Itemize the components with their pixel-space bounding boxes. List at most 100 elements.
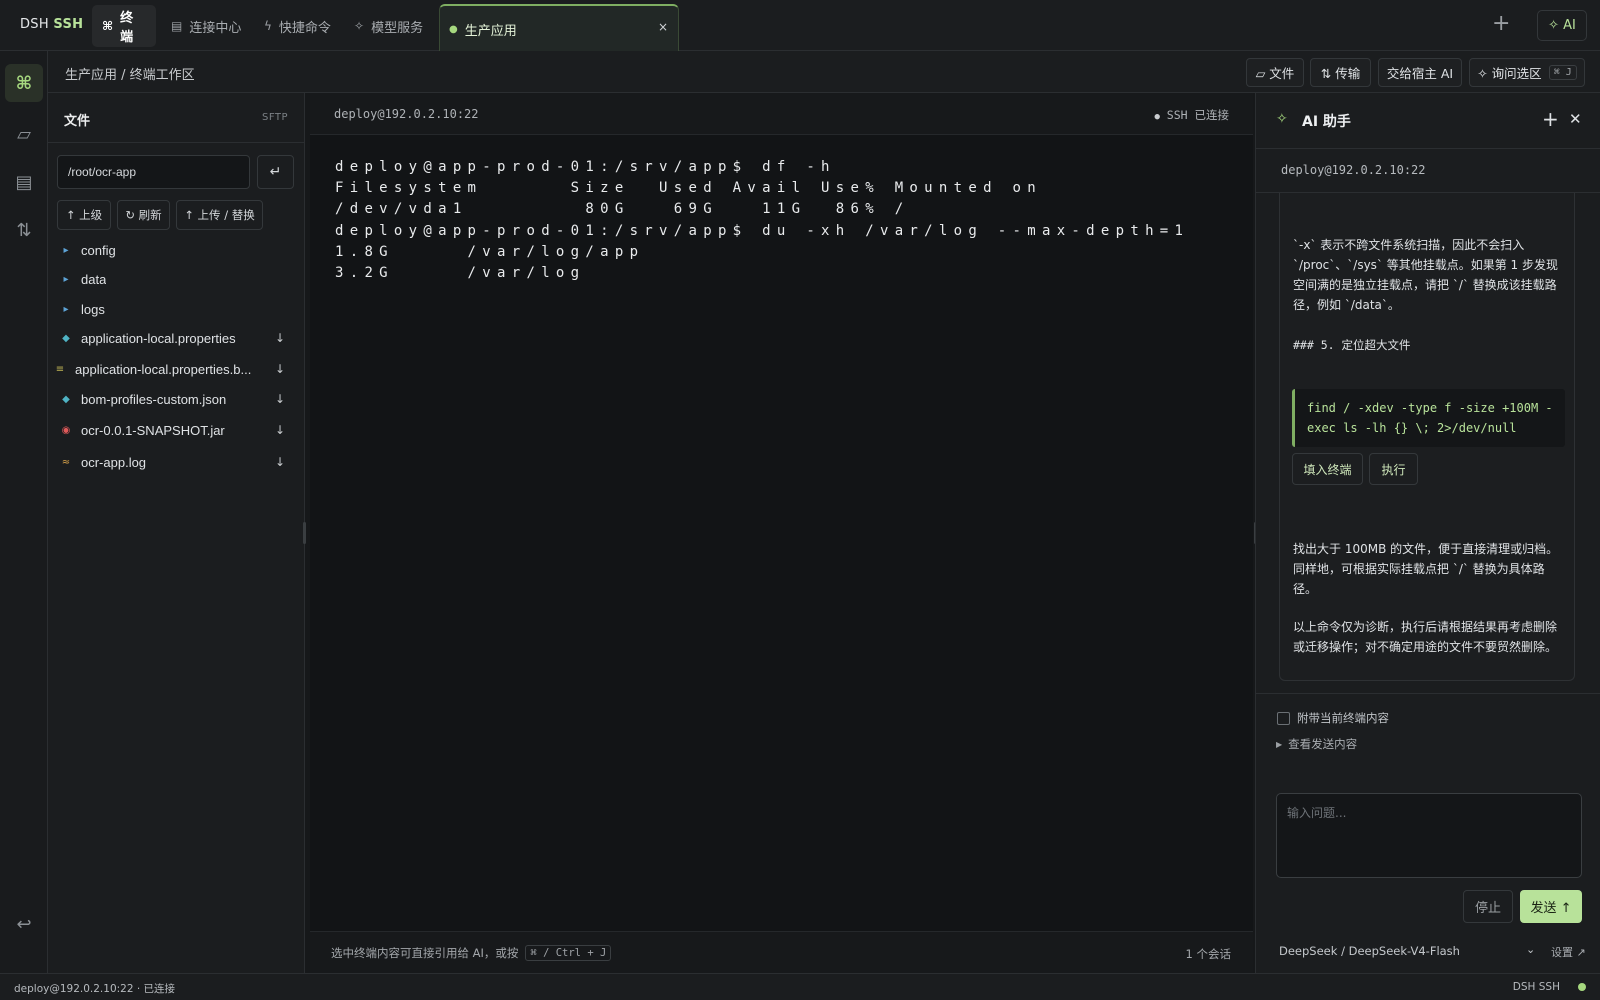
- refresh-button[interactable]: ↻ 刷新: [117, 200, 170, 230]
- stop-button[interactable]: 停止: [1463, 890, 1513, 923]
- resize-handle[interactable]: [303, 522, 306, 544]
- download-icon[interactable]: ↓: [275, 423, 285, 437]
- divider: [1256, 693, 1600, 694]
- terminal-line: 3.2G /var/log: [335, 264, 586, 281]
- top-bar: DSH SSH ⌘ 终端 ▤ 连接中心 ϟ 快捷命令 ✧ 模型服务 ● 生产应用…: [0, 0, 1600, 52]
- chevron-down-icon[interactable]: ⌄: [1526, 943, 1535, 956]
- terminal-line: /dev/vda1 80G 69G 11G 86% /: [335, 201, 910, 218]
- ai-host-label: deploy@192.0.2.10:22: [1281, 163, 1426, 177]
- rail-servers-icon[interactable]: ▤: [5, 163, 43, 201]
- files-button[interactable]: ▱ 文件: [1246, 58, 1304, 87]
- file-name: data: [81, 271, 107, 287]
- rail-transfer-icon[interactable]: ⇅: [5, 211, 43, 249]
- terminal-line: deploy@app-prod-01:/srv/app$ du -xh /var…: [335, 222, 1190, 239]
- hint-text: 选中终端内容可直接引用给 AI，或按: [331, 946, 519, 960]
- app-brand: DSH SSH: [20, 17, 84, 32]
- file-name: application-local.properties: [81, 330, 236, 346]
- question-input[interactable]: [1276, 793, 1582, 878]
- parent-dir-button[interactable]: ↑ 上级: [57, 200, 111, 230]
- icon-rail: ⌘ ▱ ▤ ⇅ ↩: [0, 51, 48, 973]
- shortcut-hint: ⌘ / Ctrl + J: [525, 945, 612, 961]
- file-row[interactable]: ◉ ocr-0.0.1-SNAPSHOT.jar ↓: [48, 418, 305, 442]
- rail-return-icon[interactable]: ↩: [5, 905, 43, 943]
- ai-message: `-x` 表示不跨文件系统扫描，因此不会扫入 `/proc`、`/sys` 等其…: [1279, 193, 1575, 681]
- session-tab-label: 生产应用: [464, 23, 517, 39]
- text-file-icon: ≡: [55, 363, 65, 375]
- new-chat-button[interactable]: +: [1542, 107, 1559, 131]
- new-tab-button[interactable]: +: [1492, 13, 1510, 35]
- file-name: ocr-0.0.1-SNAPSHOT.jar: [81, 422, 225, 438]
- path-input[interactable]: [57, 155, 250, 189]
- session-tab-production[interactable]: ● 生产应用 ×: [439, 4, 679, 52]
- download-icon[interactable]: ↓: [275, 362, 285, 376]
- handoff-to-host-ai-button[interactable]: 交给宿主 AI: [1378, 58, 1462, 87]
- file-name: logs: [81, 301, 105, 317]
- file-row[interactable]: ≈ ocr-app.log ↓: [48, 450, 305, 474]
- file-panel: 文件 SFTP ↵ ↑ 上级 ↻ 刷新 ↑ 上传 / 替换 ▸ config ▸…: [48, 93, 305, 973]
- ai-toggle-button[interactable]: ✧ AI: [1537, 10, 1587, 41]
- session-count: 1 个会话: [1185, 947, 1231, 961]
- file-row-folder[interactable]: ▸ config: [48, 238, 305, 262]
- folder-chevron-icon: ▸: [63, 244, 69, 256]
- terminal-line: deploy@app-prod-01:/srv/app$ df -h: [335, 159, 836, 175]
- file-name: ocr-app.log: [81, 454, 147, 470]
- terminal-pane[interactable]: deploy@192.0.2.10:22 ● SSH 已连接 deploy@ap…: [310, 93, 1253, 973]
- send-button[interactable]: 发送 ↑: [1520, 890, 1582, 923]
- checkbox[interactable]: [1277, 711, 1290, 725]
- tab-connection-center[interactable]: ▤ 连接中心: [161, 5, 251, 47]
- tab-terminal[interactable]: ⌘ 终端: [92, 5, 156, 47]
- caret-right-icon: ▶: [1276, 739, 1283, 749]
- terminal-output[interactable]: deploy@app-prod-01:/srv/app$ df -h Files…: [335, 157, 1230, 284]
- breadcrumb: 生产应用 / 终端工作区: [65, 68, 195, 83]
- transfer-button[interactable]: ⇅ 传输: [1310, 58, 1371, 87]
- close-tab-icon[interactable]: ×: [658, 20, 668, 34]
- tab-label: 快捷命令: [278, 20, 331, 36]
- tab-model-service[interactable]: ✧ 模型服务: [344, 5, 433, 47]
- shortcut-hint: ⌘ J: [1548, 65, 1577, 80]
- connection-status: ● SSH 已连接: [1154, 107, 1229, 123]
- workspace-toolbar: 生产应用 / 终端工作区 ▱ 文件 ⇅ 传输 交给宿主 AI ✧ 询问选区 ⌘ …: [48, 51, 1600, 93]
- file-row[interactable]: ◆ bom-profiles-custom.json ↓: [48, 387, 305, 411]
- terminal-line: 1.8G /var/log/app: [335, 243, 645, 260]
- view-payload-toggle[interactable]: ▶ 查看发送内容: [1276, 736, 1357, 752]
- code-block[interactable]: find / -xdev -type f -size +100M -exec l…: [1292, 389, 1565, 447]
- tab-label: 连接中心: [189, 20, 242, 36]
- connected-dot-icon: ●: [449, 23, 458, 35]
- execute-button[interactable]: 执行: [1369, 453, 1418, 485]
- download-icon[interactable]: ↓: [275, 455, 285, 469]
- lightning-icon: ϟ: [264, 19, 272, 33]
- ai-assistant-panel: ✧ AI 助手 + ✕ deploy@192.0.2.10:22 `-x` 表示…: [1255, 93, 1600, 973]
- ask-selection-button[interactable]: ✧ 询问选区 ⌘ J: [1469, 58, 1585, 87]
- file-row[interactable]: ≡ application-local.properties.b... ↓: [48, 357, 305, 381]
- download-icon[interactable]: ↓: [275, 331, 285, 345]
- fill-terminal-button[interactable]: 填入终端: [1292, 453, 1363, 485]
- close-panel-icon[interactable]: ✕: [1569, 110, 1582, 128]
- file-row-folder[interactable]: ▸ logs: [48, 297, 305, 321]
- ai-panel-title: AI 助手: [1302, 114, 1351, 130]
- rail-terminal-icon[interactable]: ⌘: [5, 64, 43, 102]
- ask-selection-label: ✧ 询问选区: [1477, 66, 1542, 81]
- command-icon: ⌘: [102, 19, 114, 33]
- ai-message-paragraph: 找出大于 100MB 的文件，便于直接清理或归档。同样地，可根据实际挂载点把 `…: [1293, 542, 1559, 596]
- tab-quick-commands[interactable]: ϟ 快捷命令: [254, 5, 341, 47]
- status-bar: deploy@192.0.2.10:22 · 已连接 DSH SSH: [0, 973, 1600, 1000]
- rail-files-icon[interactable]: ▱: [5, 115, 43, 153]
- file-row-folder[interactable]: ▸ data: [48, 267, 305, 291]
- tab-label: 模型服务: [371, 20, 424, 36]
- ai-message-paragraph: `-x` 表示不跨文件系统扫描，因此不会扫入 `/proc`、`/sys` 等其…: [1293, 238, 1558, 312]
- sparkle-icon: ✧: [354, 19, 365, 33]
- connection-summary: deploy@192.0.2.10:22 · 已连接: [14, 983, 176, 995]
- properties-file-icon: ◆: [62, 332, 70, 344]
- download-icon[interactable]: ↓: [275, 392, 285, 406]
- ai-message-paragraph: 以上命令仅为诊断，执行后请根据结果再考虑删除或迁移操作；对不确定用途的文件不要贸…: [1293, 620, 1558, 654]
- terminal-footer: 选中终端内容可直接引用给 AI，或按 ⌘ / Ctrl + J 1 个会话: [310, 931, 1253, 973]
- folder-chevron-icon: ▸: [63, 303, 69, 315]
- file-row[interactable]: ◆ application-local.properties ↓: [48, 326, 305, 350]
- status-text: SSH 已连接: [1166, 108, 1229, 122]
- json-file-icon: ◆: [62, 393, 70, 405]
- status-dot-icon: ●: [1154, 112, 1160, 122]
- enter-path-button[interactable]: ↵: [257, 155, 294, 189]
- settings-link[interactable]: 设置 ↗: [1551, 944, 1586, 960]
- attach-terminal-checkbox[interactable]: 附带当前终端内容: [1277, 710, 1389, 726]
- upload-replace-button[interactable]: ↑ 上传 / 替换: [176, 200, 263, 230]
